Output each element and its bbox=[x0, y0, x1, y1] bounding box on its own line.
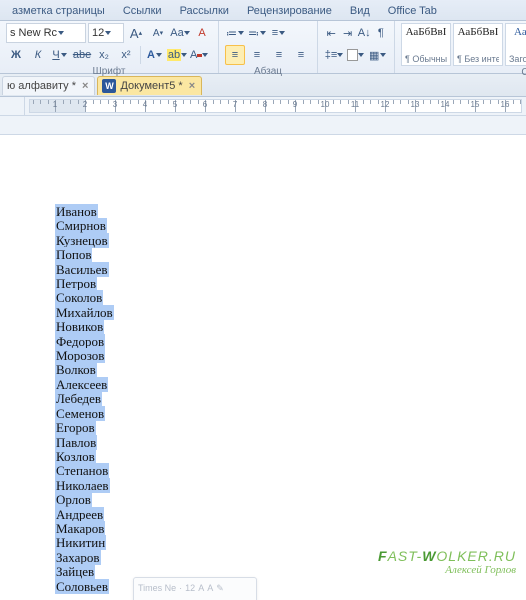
workspace: ИвановСмирновКузнецовПоповВасильевПетров… bbox=[0, 116, 526, 600]
paragraph-group: ≔ ≕ ≡ ≡ ≡ ≡ ≡ Абзац bbox=[219, 21, 318, 73]
inc-indent-button[interactable]: ⇥ bbox=[340, 23, 354, 43]
clear-format-button[interactable]: A bbox=[192, 23, 212, 43]
shrink-font-button[interactable]: A▾ bbox=[148, 23, 168, 43]
font-color-button[interactable]: A bbox=[189, 45, 209, 65]
ribbon-tab[interactable]: Ссылки bbox=[115, 3, 170, 20]
list-item[interactable]: Никитин bbox=[55, 536, 114, 550]
list-item[interactable]: Егоров bbox=[55, 421, 114, 435]
ribbon-tab[interactable]: Вид bbox=[342, 3, 378, 20]
text-effects-button[interactable]: A bbox=[145, 45, 165, 65]
ribbon-tab[interactable]: азметка страницы bbox=[4, 3, 113, 20]
list-item[interactable]: Степанов bbox=[55, 464, 114, 478]
document-tab-label: ю алфавиту * bbox=[7, 80, 76, 92]
borders-button[interactable]: ▦ bbox=[368, 45, 388, 65]
list-item[interactable]: Николаев bbox=[55, 479, 114, 493]
paragraph-group-label-2 bbox=[324, 65, 388, 79]
word-icon: W bbox=[102, 79, 116, 93]
show-marks-button[interactable]: ¶ bbox=[374, 23, 388, 43]
font-name-combo[interactable]: s New Rc bbox=[6, 23, 86, 43]
paragraph-group-2: ⇤ ⇥ A↓ ¶ ‡≡ ▦ bbox=[318, 21, 395, 73]
underline-button[interactable]: Ч bbox=[50, 45, 70, 65]
mini-font-size[interactable]: 12 bbox=[185, 583, 195, 593]
list-item[interactable]: Орлов bbox=[55, 493, 114, 507]
close-icon[interactable]: × bbox=[189, 80, 195, 92]
numbering-button[interactable]: ≕ bbox=[247, 23, 267, 43]
list-item[interactable]: Васильев bbox=[55, 263, 114, 277]
highlight-button[interactable]: ab bbox=[167, 45, 187, 65]
italic-button[interactable]: К bbox=[28, 45, 48, 65]
list-item[interactable]: Зайцев bbox=[55, 565, 114, 579]
line-spacing-button[interactable]: ‡≡ bbox=[324, 45, 344, 65]
ribbon: s New Rc 12 A▴ A▾ Aa A Ж К Ч abe x₂ x² A… bbox=[0, 21, 526, 74]
style-item[interactable]: АаБбВЗаголово... bbox=[505, 23, 526, 66]
strike-button[interactable]: abe bbox=[72, 45, 92, 65]
font-group-label: Шрифт bbox=[6, 65, 212, 79]
ruler-corner bbox=[0, 97, 25, 115]
grow-font-button[interactable]: A▴ bbox=[126, 23, 146, 43]
change-case-button[interactable]: Aa bbox=[170, 23, 190, 43]
style-item[interactable]: АаБбВвІ¶ Обычный bbox=[401, 23, 451, 66]
list-item[interactable]: Кузнецов bbox=[55, 234, 114, 248]
mini-shrink-icon[interactable]: A bbox=[207, 583, 213, 593]
list-item[interactable]: Новиков bbox=[55, 320, 114, 334]
ribbon-tabs: азметка страницыСсылкиРассылкиРецензиров… bbox=[0, 0, 526, 21]
selected-text-block[interactable]: ИвановСмирновКузнецовПоповВасильевПетров… bbox=[55, 205, 114, 594]
styles-gallery[interactable]: АаБбВвІ¶ ОбычныйАаБбВвІ¶ Без инте...АаБб… bbox=[401, 23, 526, 66]
list-item[interactable]: Иванов bbox=[55, 205, 114, 219]
list-item[interactable]: Петров bbox=[55, 277, 114, 291]
list-item[interactable]: Захаров bbox=[55, 551, 114, 565]
ribbon-tab[interactable]: Office Tab bbox=[380, 3, 445, 20]
ruler-area: 12345678910111213141516 bbox=[0, 97, 526, 116]
separator bbox=[140, 46, 141, 64]
styles-group-label: Стили bbox=[401, 66, 526, 80]
list-item[interactable]: Алексеев bbox=[55, 378, 114, 392]
bold-button[interactable]: Ж bbox=[6, 45, 26, 65]
paragraph-group-label: Абзац bbox=[225, 65, 311, 79]
ribbon-tab[interactable]: Рассылки bbox=[172, 3, 237, 20]
horizontal-ruler[interactable]: 12345678910111213141516 bbox=[29, 99, 522, 113]
mini-toolbar[interactable]: Times Ne · 12 A A ✎ Ж К Ч ≡ ab A bbox=[133, 577, 257, 600]
watermark: FAST-WOLKER.RU Алексей Горлов bbox=[378, 548, 516, 576]
align-right-button[interactable]: ≡ bbox=[269, 45, 289, 65]
list-item[interactable]: Козлов bbox=[55, 450, 114, 464]
list-item[interactable]: Федоров bbox=[55, 335, 114, 349]
bullets-button[interactable]: ≔ bbox=[225, 23, 245, 43]
styles-group: АаБбВвІ¶ ОбычныйАаБбВвІ¶ Без инте...АаБб… bbox=[395, 21, 526, 73]
mini-format-painter-icon[interactable]: ✎ bbox=[216, 583, 224, 594]
justify-button[interactable]: ≡ bbox=[291, 45, 311, 65]
list-item[interactable]: Попов bbox=[55, 248, 114, 262]
font-group: s New Rc 12 A▴ A▾ Aa A Ж К Ч abe x₂ x² A… bbox=[0, 21, 219, 73]
style-item[interactable]: АаБбВвІ¶ Без инте... bbox=[453, 23, 503, 66]
list-item[interactable]: Лебедев bbox=[55, 392, 114, 406]
superscript-button[interactable]: x² bbox=[116, 45, 136, 65]
list-item[interactable]: Павлов bbox=[55, 436, 114, 450]
list-item[interactable]: Смирнов bbox=[55, 219, 114, 233]
font-size-combo[interactable]: 12 bbox=[88, 23, 124, 43]
shading-button[interactable] bbox=[346, 45, 366, 65]
list-item[interactable]: Соколов bbox=[55, 291, 114, 305]
document-page[interactable]: ИвановСмирновКузнецовПоповВасильевПетров… bbox=[0, 134, 526, 600]
subscript-button[interactable]: x₂ bbox=[94, 45, 114, 65]
list-item[interactable]: Михайлов bbox=[55, 306, 114, 320]
list-item[interactable]: Соловьев bbox=[55, 580, 114, 594]
dec-indent-button[interactable]: ⇤ bbox=[324, 23, 338, 43]
multilevel-button[interactable]: ≡ bbox=[269, 23, 289, 43]
list-item[interactable]: Макаров bbox=[55, 522, 114, 536]
sort-button[interactable]: A↓ bbox=[357, 23, 372, 43]
document-tab-label: Документ5 * bbox=[120, 80, 182, 92]
align-center-button[interactable]: ≡ bbox=[247, 45, 267, 65]
close-icon[interactable]: × bbox=[82, 80, 88, 92]
list-item[interactable]: Волков bbox=[55, 363, 114, 377]
ribbon-tab[interactable]: Рецензирование bbox=[239, 3, 340, 20]
list-item[interactable]: Семенов bbox=[55, 407, 114, 421]
list-item[interactable]: Морозов bbox=[55, 349, 114, 363]
list-item[interactable]: Андреев bbox=[55, 508, 114, 522]
mini-grow-icon[interactable]: A bbox=[198, 583, 204, 593]
align-left-button[interactable]: ≡ bbox=[225, 45, 245, 65]
mini-font-name[interactable]: Times Ne bbox=[138, 583, 176, 593]
